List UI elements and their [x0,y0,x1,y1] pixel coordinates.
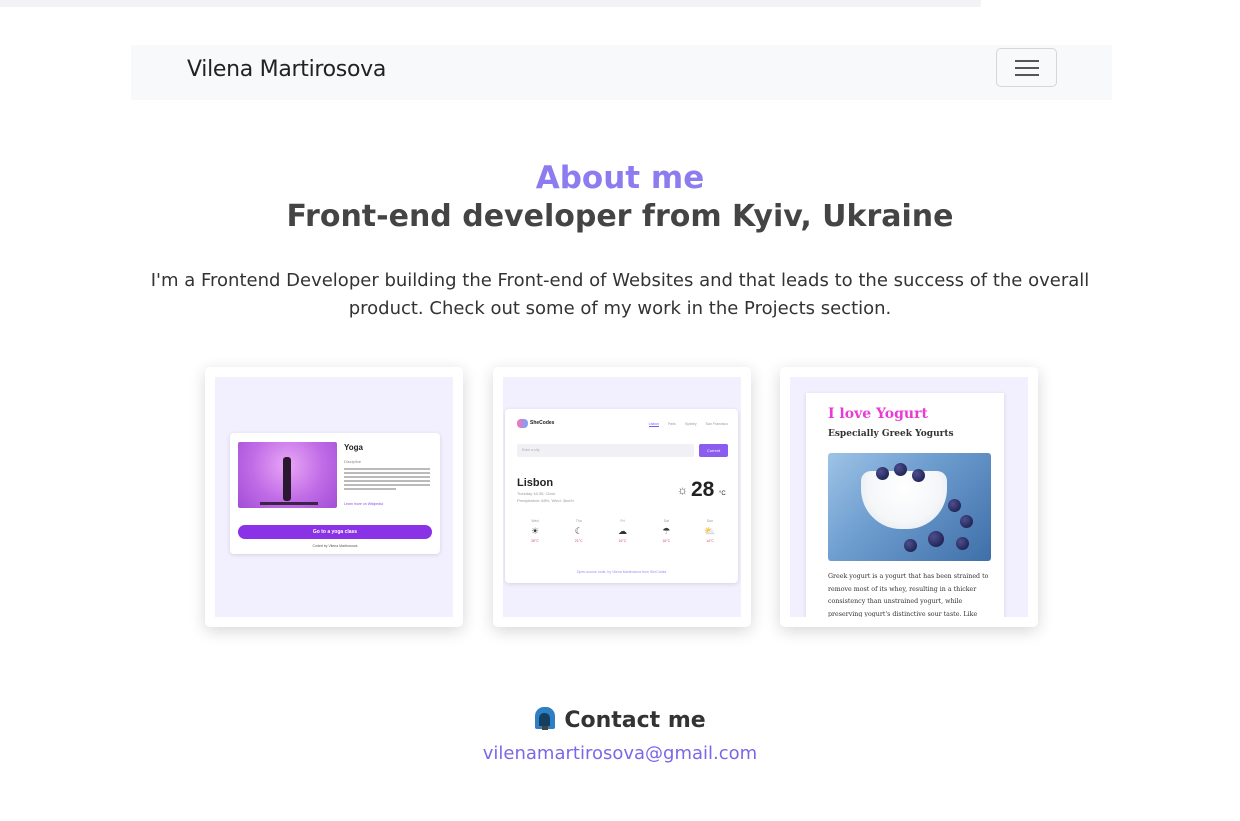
email-link[interactable]: vilenamartirosova@gmail.com [0,743,1240,764]
forecast-day: Fri ☁ 16°C [605,519,641,543]
project-screenshot-yoga: Yoga Discipline Learn more on Wikipedia … [215,377,453,617]
project-card-yogurt[interactable]: I love Yogurt Especially Greek Yogurts G… [780,367,1038,627]
weather-nav-item: San Francisco [705,422,728,426]
yogurt-image [828,453,991,561]
hamburger-menu-icon [1015,60,1039,62]
weather-date: Tuesday 16:35, Clear [517,491,556,496]
weather-search: Enter a city [517,444,694,457]
yogurt-text: Greek yogurt is a yogurt that has been s… [828,573,989,617]
weather-nav-item: Lisbon [648,422,659,427]
yoga-card: Yoga Discipline Learn more on Wikipedia … [230,433,440,554]
yoga-credit: Coded by Vilena Martirosova [312,544,358,548]
project-card-weather[interactable]: SheCodes Lisbon Paris Sydney San Francis… [493,367,751,627]
brand-link[interactable]: Vilena Martirosova [187,57,386,82]
weather-city: Lisbon [517,477,554,489]
yogurt-subtitle: Especially Greek Yogurts [828,429,954,439]
project-card-yoga[interactable]: Yoga Discipline Learn more on Wikipedia … [205,367,463,627]
weather-icon: ☂ [662,526,671,536]
weather-icon: ⛅ [704,526,716,536]
top-strip [0,0,981,7]
project-screenshot-yogurt: I love Yogurt Especially Greek Yogurts G… [790,377,1028,617]
navbar: Vilena Martirosova [131,45,1112,100]
weather-icon: ☀ [530,526,540,536]
yoga-title: Yoga [344,443,363,452]
yogurt-card: I love Yogurt Especially Greek Yogurts G… [806,393,1004,617]
forecast-day: Thu ☾ 21°C [561,519,597,543]
about-title: About me [535,160,705,196]
weather-precip: Precipitation: 68%, Wind: 3km/h [517,498,574,503]
forecast-day: Sat ☂ 16°C [648,519,684,543]
sun-icon: ☼ [677,483,688,497]
project-screenshot-weather: SheCodes Lisbon Paris Sydney San Francis… [503,377,741,617]
mailbox-icon [534,706,556,730]
forecast-day: Sun ⛅ 14°C [692,519,728,543]
menu-toggle-button[interactable] [996,48,1057,87]
weather-unit: °C [719,491,726,497]
weather-current-button: Current [699,444,728,457]
contact-title-text: Contact me [564,708,706,733]
weather-forecast: Wed ☀ 28°C Thu ☾ 21°C Fri ☁ 16°C Sat ☂ 1… [517,519,728,543]
weather-nav: Lisbon Paris Sydney San Francisco [648,422,728,427]
yoga-description [344,468,430,492]
yoga-subtitle: Discipline [344,459,362,464]
contact-title: Contact me [0,706,1240,733]
weather-card: SheCodes Lisbon Paris Sydney San Francis… [505,409,738,583]
yoga-image [238,442,337,508]
weather-nav-item: Sydney [684,422,697,426]
yoga-link: Learn more on Wikipedia [344,502,383,506]
yogurt-title: I love Yogurt [828,406,928,422]
forecast-day: Wed ☀ 28°C [517,519,553,543]
weather-nav-item: Paris [667,422,676,426]
weather-logo: SheCodes [530,420,555,426]
weather-icon: ☁ [618,526,627,536]
yoga-button: Go to a yoga class [238,525,432,539]
intro-text: I'm a Frontend Developer building the Fr… [150,270,1090,319]
weather-temp: 28 [691,478,715,501]
page-subtitle: Front-end developer from Kyiv, Ukraine [286,199,954,234]
weather-icon: ☾ [574,526,583,536]
weather-footer: Open-source code, by Vilena Martirosova … [576,570,667,574]
